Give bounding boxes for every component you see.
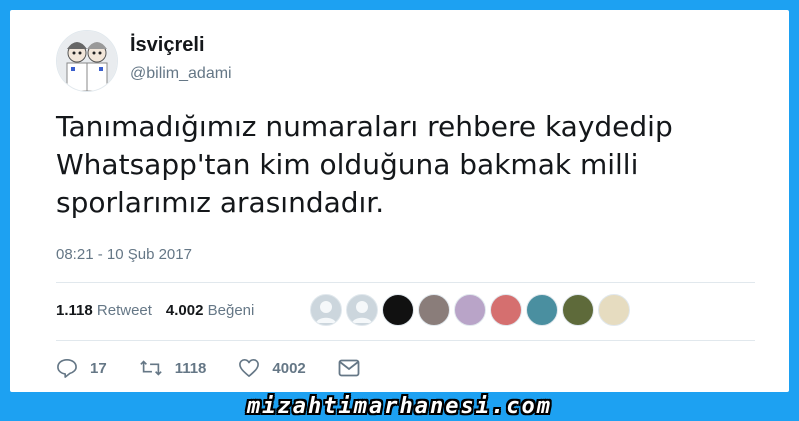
- heart-icon: [239, 359, 260, 377]
- tweet-text-line: Whatsapp'tan kim olduğuna bakmak milli: [56, 148, 639, 181]
- user-name[interactable]: İsviçreli: [130, 34, 205, 57]
- retweet-stat-label: Retweet: [96, 302, 152, 319]
- tweet-stats: 1.118 Retweet 4.002 Beğeni: [56, 302, 254, 319]
- tweet-timestamp[interactable]: 08:21 - 10 Şub 2017: [56, 246, 192, 263]
- retweet-action-count: 1118: [174, 359, 207, 377]
- retweet-stat-count: 1.118: [56, 302, 93, 319]
- tweet-text-line: sporlarımız arasındadır.: [56, 186, 385, 219]
- like-button[interactable]: 4002: [238, 358, 306, 378]
- retweet-stat[interactable]: 1.118 Retweet: [56, 302, 152, 319]
- liker-avatar[interactable]: [526, 294, 558, 326]
- divider: [56, 340, 755, 341]
- default-avatar-icon[interactable]: [310, 294, 342, 326]
- liker-avatar[interactable]: [562, 294, 594, 326]
- user-handle[interactable]: @bilim_adami: [130, 65, 232, 83]
- liker-avatar[interactable]: [454, 294, 486, 326]
- tweet-actions: 17 1118 4002: [56, 358, 404, 378]
- like-action-count: 4002: [272, 359, 306, 377]
- like-stat-count: 4.002: [165, 302, 204, 319]
- reply-count: 17: [90, 359, 107, 377]
- reply-button[interactable]: 17: [56, 358, 107, 378]
- liker-avatar[interactable]: [490, 294, 522, 326]
- liker-avatar[interactable]: [418, 294, 450, 326]
- like-stat[interactable]: 4.002 Beğeni: [166, 302, 254, 319]
- avatar-image: [57, 31, 117, 91]
- tweet-card: İsviçreli @bilim_adami Tanımadığımız num…: [10, 10, 789, 392]
- retweet-icon: [139, 360, 162, 376]
- retweet-button[interactable]: 1118: [139, 358, 207, 378]
- tweet-text-line: Tanımadığımız numaraları rehbere kaydedi…: [56, 110, 673, 143]
- tweet-text: Tanımadığımız numaraları rehbere kaydedi…: [56, 108, 756, 222]
- envelope-icon: [338, 359, 360, 377]
- liker-avatars: [310, 294, 630, 326]
- default-avatar-icon[interactable]: [346, 294, 378, 326]
- user-avatar[interactable]: [56, 30, 118, 92]
- like-stat-label: Beğeni: [207, 302, 255, 319]
- watermark: mizahtimarhanesi.com: [247, 394, 552, 419]
- liker-avatar[interactable]: [382, 294, 414, 326]
- divider: [56, 282, 755, 283]
- liker-avatar[interactable]: [598, 294, 630, 326]
- reply-icon: [57, 359, 77, 378]
- message-button[interactable]: [338, 359, 372, 377]
